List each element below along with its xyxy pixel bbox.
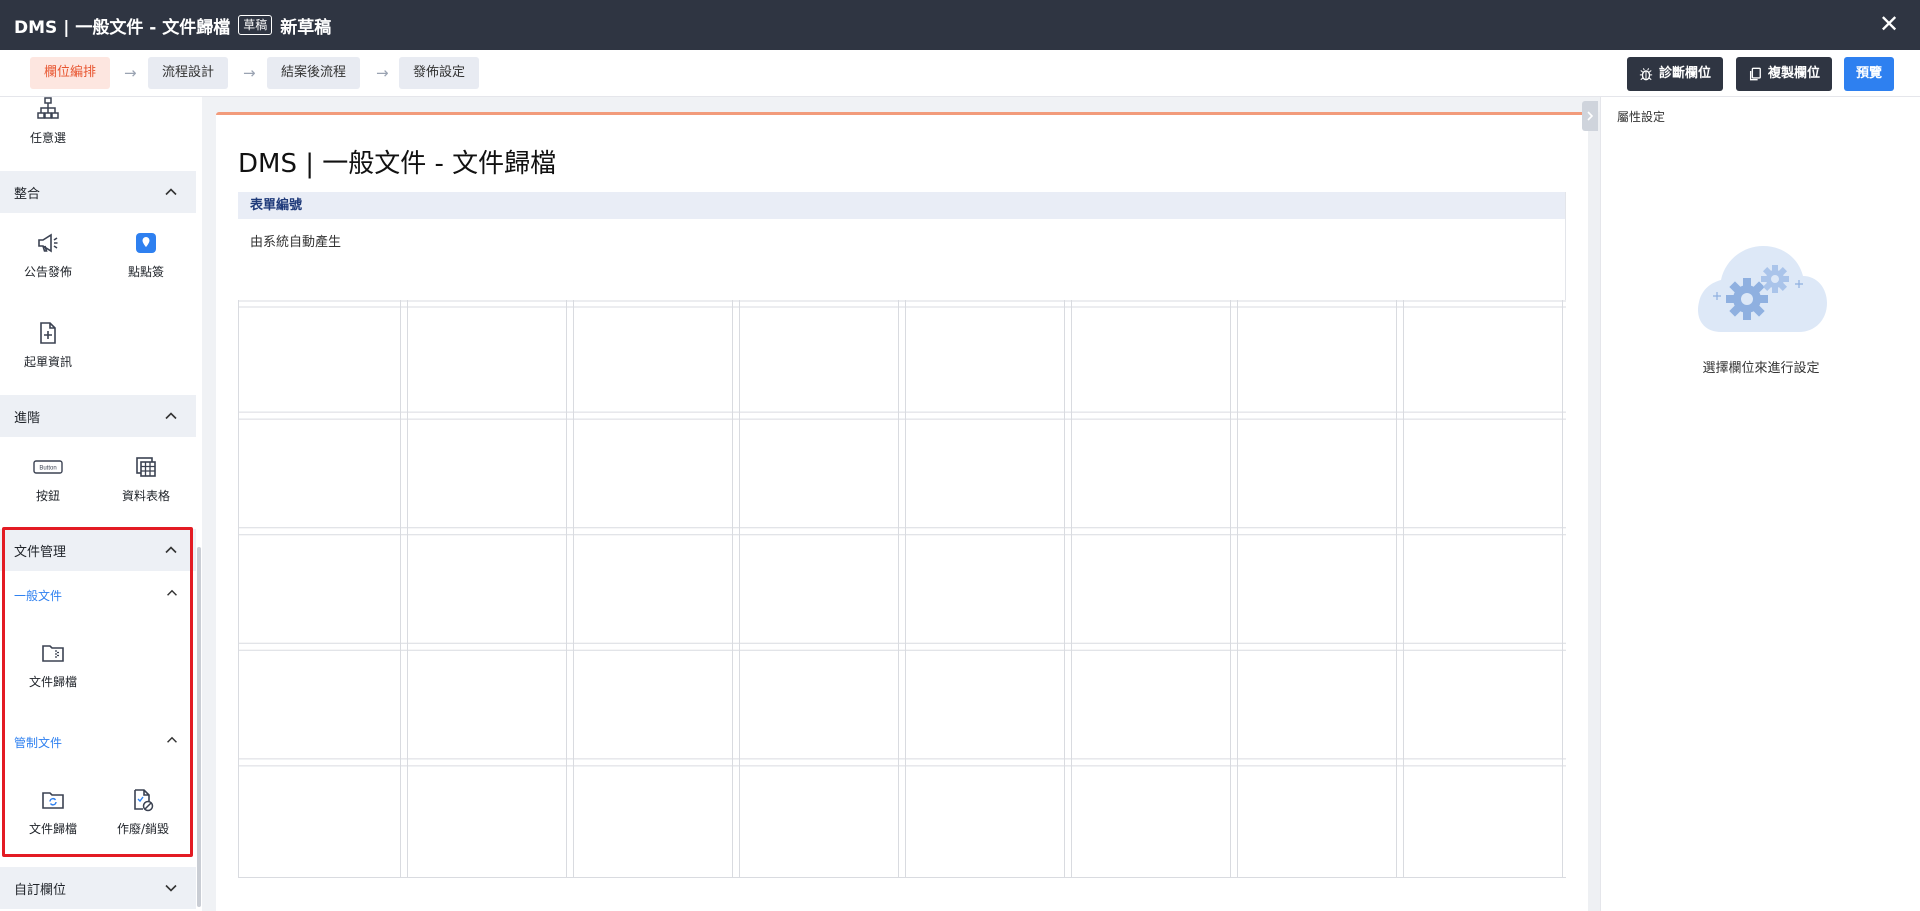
draft-badge: 草稿 bbox=[238, 15, 273, 35]
step-flow-design[interactable]: 流程設計 bbox=[148, 57, 229, 89]
table-grid-icon bbox=[136, 457, 156, 477]
file-void-icon bbox=[134, 789, 154, 812]
palette-item-announcement[interactable]: 公告發佈 bbox=[0, 231, 96, 280]
section-advanced-header[interactable]: 進階 bbox=[0, 395, 196, 437]
collapse-panel-button[interactable] bbox=[1582, 101, 1598, 131]
section-title: 整合 bbox=[14, 186, 41, 202]
palette-item-dot-sign[interactable]: 點點簽 bbox=[98, 231, 194, 280]
form-title: DMS | 一般文件 - 文件歸檔 bbox=[238, 149, 557, 179]
window-title: DMS | 一般文件 - 文件歸檔 bbox=[14, 17, 231, 38]
palette-item-request-info[interactable]: 起單資訊 bbox=[0, 321, 96, 370]
field-palette: 任意選 整合 公告發佈 點點簽 起單資訊 進階 Button 按鈕 資料表格 文… bbox=[0, 97, 196, 911]
properties-panel: 屬性設定 選擇欄位來進行設定 bbox=[1600, 97, 1920, 911]
section-title: 文件管理 bbox=[14, 544, 67, 560]
chevron-up-icon bbox=[165, 546, 177, 554]
section-custom-fields-header[interactable]: 自訂欄位 bbox=[0, 867, 196, 909]
properties-empty-state: 選擇欄位來進行設定 bbox=[1601, 237, 1920, 376]
palette-scrollbar[interactable] bbox=[196, 97, 202, 911]
palette-item-label: 文件歸檔 bbox=[28, 675, 77, 689]
chevron-up-icon[interactable] bbox=[164, 585, 180, 601]
palette-item-general-doc-archive[interactable]: 文件歸檔 bbox=[5, 641, 101, 690]
copy-fields-button[interactable]: 複製欄位 bbox=[1736, 57, 1833, 91]
step-arrow-icon: → bbox=[376, 64, 389, 82]
section-document-management-header[interactable]: 文件管理 bbox=[0, 529, 196, 571]
palette-item-label: 文件歸檔 bbox=[28, 822, 77, 836]
panel-divider bbox=[1588, 112, 1600, 911]
subsection-controlled-docs-title[interactable]: 管制文件 bbox=[14, 734, 62, 751]
chevron-up-icon[interactable] bbox=[164, 732, 180, 748]
palette-item-label: 起單資訊 bbox=[23, 355, 72, 369]
properties-header: 屬性設定 bbox=[1617, 110, 1666, 124]
section-integration-header[interactable]: 整合 bbox=[0, 171, 196, 213]
button-icon-text: Button bbox=[39, 466, 56, 472]
scrollbar-thumb[interactable] bbox=[197, 547, 201, 907]
form-number-value: 由系統自動產生 bbox=[250, 235, 342, 250]
preview-button[interactable]: 預覽 bbox=[1844, 57, 1895, 91]
step-bar: 欄位編排 → 流程設計 → 結案後流程 → 發佈設定 診斷欄位 複製欄位 預覽 bbox=[0, 50, 1920, 97]
preview-label: 預覽 bbox=[1856, 66, 1883, 81]
file-plus-icon bbox=[40, 322, 56, 344]
gear-cloud-icon bbox=[1697, 246, 1827, 332]
palette-item-label: 點點簽 bbox=[127, 265, 164, 279]
properties-empty-message: 選擇欄位來進行設定 bbox=[1702, 361, 1820, 376]
palette-item-data-table[interactable]: 資料表格 bbox=[98, 455, 194, 504]
palette-item-label: 公告發佈 bbox=[23, 265, 72, 279]
chevron-right-icon bbox=[1587, 111, 1594, 121]
chevron-down-icon bbox=[165, 884, 177, 892]
palette-item-label: 作廢/銷毀 bbox=[116, 822, 170, 836]
sign-badge-icon bbox=[136, 233, 156, 253]
section-title: 進階 bbox=[14, 410, 41, 426]
step-arrow-icon: → bbox=[124, 64, 137, 82]
palette-item-controlled-doc-archive[interactable]: 文件歸檔 bbox=[5, 788, 101, 837]
copy-icon bbox=[1749, 67, 1761, 81]
chevron-up-icon bbox=[165, 412, 177, 420]
bug-icon bbox=[1639, 68, 1653, 81]
subsection-general-docs-title[interactable]: 一般文件 bbox=[14, 587, 62, 604]
palette-item-label: 資料表格 bbox=[121, 489, 170, 503]
step-post-close-flow[interactable]: 結案後流程 bbox=[267, 57, 361, 89]
close-icon[interactable]: ✕ bbox=[1876, 11, 1902, 37]
palette-item-label: 任意選 bbox=[29, 131, 66, 145]
step-arrow-icon: → bbox=[243, 64, 256, 82]
copy-fields-label: 複製欄位 bbox=[1768, 66, 1821, 81]
palette-item-any-select[interactable]: 任意選 bbox=[0, 97, 96, 146]
folder-archive-icon bbox=[42, 645, 64, 662]
step-field-layout[interactable]: 欄位編排 bbox=[30, 57, 111, 89]
step-publish-settings[interactable]: 發佈設定 bbox=[399, 57, 480, 89]
button-icon: Button bbox=[33, 460, 63, 474]
form-number-field[interactable]: 表單編號 由系統自動產生 bbox=[238, 192, 1566, 300]
chevron-up-icon bbox=[165, 188, 177, 196]
form-canvas: DMS | 一般文件 - 文件歸檔 表單編號 由系統自動產生 bbox=[216, 112, 1588, 911]
form-number-label: 表單編號 bbox=[238, 192, 1565, 219]
megaphone-icon bbox=[38, 233, 58, 253]
diagnose-fields-button[interactable]: 診斷欄位 bbox=[1627, 57, 1724, 91]
layout-grid[interactable] bbox=[238, 300, 1566, 878]
folder-sync-icon bbox=[42, 792, 64, 809]
title-bar: DMS | 一般文件 - 文件歸檔 草稿 新草稿 ✕ bbox=[0, 0, 1920, 50]
palette-item-label: 按鈕 bbox=[35, 489, 60, 503]
org-chart-icon bbox=[37, 97, 59, 119]
diagnose-fields-label: 診斷欄位 bbox=[1659, 66, 1712, 81]
draft-status: 新草稿 bbox=[280, 17, 332, 38]
section-title: 自訂欄位 bbox=[14, 882, 67, 898]
palette-item-void-destroy[interactable]: 作廢/銷毀 bbox=[95, 788, 191, 837]
palette-item-button[interactable]: Button 按鈕 bbox=[0, 455, 96, 504]
